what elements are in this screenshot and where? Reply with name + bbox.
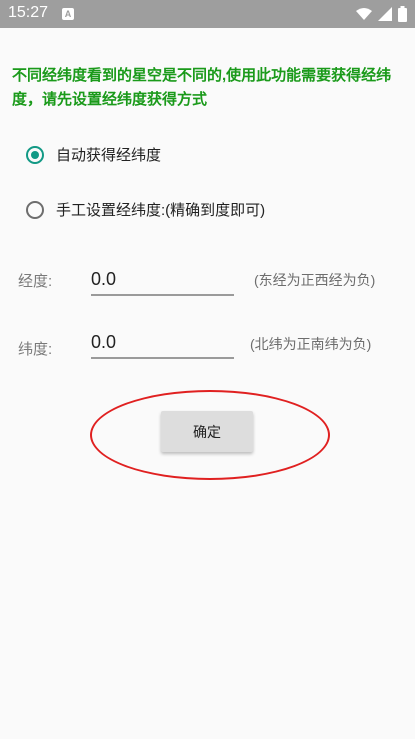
status-icons xyxy=(356,6,407,22)
latitude-hint: (北纬为正南纬为负) xyxy=(250,336,372,352)
longitude-hint: (东经为正西经为负) xyxy=(254,272,376,288)
longitude-input[interactable] xyxy=(91,264,234,296)
intro-text: 不同经纬度看到的星空是不同的,使用此功能需要获得经纬度，请先设置经纬度获得方式 xyxy=(12,67,392,108)
latitude-label: 纬度: xyxy=(18,341,53,358)
radio-auto-location[interactable]: 自动获得经纬度 xyxy=(26,144,161,165)
radio-checked-icon[interactable] xyxy=(26,145,44,164)
confirm-button[interactable]: 确定 xyxy=(161,411,253,452)
wifi-icon xyxy=(356,7,372,21)
radio-unchecked-icon[interactable] xyxy=(26,200,44,219)
battery-icon xyxy=(398,6,407,22)
app-notification-icon: A xyxy=(62,8,74,20)
status-time: 15:27 xyxy=(8,4,49,21)
latitude-input[interactable] xyxy=(91,327,234,359)
longitude-label: 经度: xyxy=(18,273,53,290)
radio-manual-location[interactable]: 手工设置经纬度:(精确到度即可) xyxy=(26,199,265,220)
signal-icon xyxy=(378,7,392,21)
radio-manual-location-label: 手工设置经纬度:(精确到度即可) xyxy=(56,202,266,219)
radio-auto-location-label: 自动获得经纬度 xyxy=(56,147,162,164)
status-bar: 15:27 A xyxy=(0,0,415,28)
